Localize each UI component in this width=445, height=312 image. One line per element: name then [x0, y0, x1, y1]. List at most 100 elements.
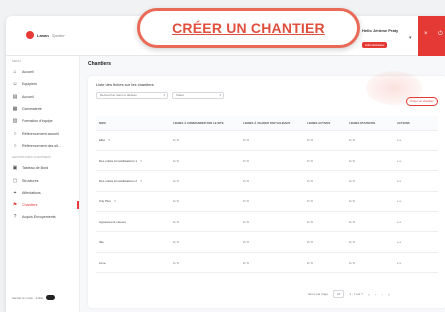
dashboard-icon: ▣ [12, 165, 18, 172]
table-row[interactable]: Des unités immobilisations 2 ✎ 0 / 00 / 00… [96, 170, 438, 192]
first-page-icon[interactable]: « [368, 292, 370, 297]
building-icon: ▢ [12, 177, 18, 184]
column-header[interactable]: NOM [96, 116, 170, 131]
column-header[interactable]: LIGNES À VALIDER PAR VALIDANT [240, 116, 304, 131]
sidebar-item-label: Tableau de Bord [22, 166, 49, 171]
cell-name: Des unités immobilisations 2 ✎ [96, 170, 170, 192]
user-block[interactable]: Hello Jérôme Praty Administrateur [362, 28, 398, 51]
column-header[interactable]: LIGNES ÉTAPEURS [346, 116, 394, 131]
column-header[interactable]: LIGNES À COMMANDER PAR LE SITE [170, 116, 240, 131]
table-row[interactable]: Ibis 0 / 00 / 00 / 00 / 0 ••• [96, 231, 438, 253]
cell-value: 0 / 0 [170, 191, 240, 213]
cell-value: 0 / 0 [240, 170, 304, 192]
card-title: Liste des fiches sur les chantiers [96, 82, 154, 87]
sidebar-item[interactable]: ⚑ Chantiers [6, 199, 79, 211]
sidebar-section-main: MENU [12, 59, 21, 63]
edit-icon[interactable]: ✎ [140, 159, 143, 163]
sidebar-item-label: Accueil [22, 94, 34, 99]
cell-value: 0 / 0 [240, 211, 304, 233]
table-row[interactable]: Apparement neuves 0 / 00 / 00 / 00 / 0 ••• [96, 211, 438, 233]
row-actions-menu[interactable]: ••• [394, 211, 438, 233]
cell-value: 0 / 0 [304, 252, 346, 274]
sidebar-item[interactable]: ▤ Accueil [6, 91, 79, 103]
cell-value: 0 / 0 [304, 211, 346, 233]
row-actions-menu[interactable]: ••• [394, 150, 438, 172]
doc-icon: ▤ [12, 93, 18, 100]
search-filter[interactable]: Rechercher dans le tableau ▾ [96, 92, 168, 99]
logo-brand: Lanan [37, 32, 49, 38]
cell-value: 0 / 0 [240, 150, 304, 172]
pagination-range: 1 - 7 sur 7 [349, 292, 363, 296]
toggle-switch[interactable] [46, 295, 56, 300]
page-title: Chantiers [88, 61, 112, 67]
sidebar-section-secondary: GESTION DES CHANTIERS [12, 155, 51, 160]
sidebar-item[interactable]: ▦ Gammaterie [6, 103, 79, 115]
table-row[interactable]: City Plus ✎ 0 / 00 / 00 / 00 / 0 ••• [96, 191, 438, 213]
create-chantier-callout[interactable]: CRÉER UN CHANTIER [137, 8, 360, 48]
grid-icon: ▦ [12, 106, 18, 113]
table-row[interactable]: Lime 0 / 00 / 00 / 00 / 0 ••• [96, 252, 438, 274]
power-icon[interactable]: ⏻ [438, 31, 443, 38]
chantiers-card: Liste des fiches sur les chantiers Reche… [88, 76, 445, 308]
next-page-icon[interactable]: › [381, 292, 382, 297]
cell-value: 0 / 0 [170, 231, 240, 253]
row-actions-menu[interactable]: ••• [394, 191, 438, 213]
sidebar-footer: Vanitar te mode - Juillet [12, 295, 56, 300]
column-header[interactable]: LIGNES ACTIVES [304, 116, 346, 131]
users-icon: ☺ [12, 81, 18, 88]
cell-value: 0 / 0 [240, 130, 304, 151]
edit-icon[interactable]: ✎ [140, 179, 143, 183]
row-actions-menu[interactable]: ••• [394, 170, 438, 192]
chantiers-table: NOM LIGNES À COMMANDER PAR LE SITE LIGNES … [96, 116, 438, 274]
row-actions-menu[interactable]: ••• [394, 130, 438, 151]
pin-icon: ⌖ [13, 189, 17, 196]
sidebar-item[interactable]: ▣ Tableau de Bord [6, 162, 79, 174]
edit-icon[interactable]: ✎ [108, 138, 111, 142]
sidebar-item-label: Structures [22, 178, 39, 183]
cell-name: Elbé ✎ [96, 130, 170, 151]
home-icon: ⌂ [13, 69, 17, 76]
sidebar-item-label: Référencement accueil [22, 131, 59, 136]
logo[interactable]: Lanan Spotter [26, 31, 65, 39]
sidebar-item[interactable]: ○ Référencement des sit... [6, 140, 79, 152]
table-row[interactable]: Des unités immobilisations 1 ✎ 0 / 00 / 00… [96, 150, 438, 172]
create-chantier-button[interactable]: CRÉER UN CHANTIER [172, 20, 325, 36]
sidebar-item[interactable]: ⌂ Accueil [6, 66, 79, 78]
cell-name: Des unités immobilisations 1 ✎ [96, 150, 170, 172]
chevron-down-icon: ▾ [163, 93, 165, 97]
logo-mark-icon [26, 31, 34, 39]
cell-value: 0 / 0 [346, 150, 394, 172]
pagination: Items par page 10 1 - 7 sur 7 « ‹ › » [308, 290, 390, 298]
circle-icon: ○ [13, 142, 17, 149]
cell-name: Apparement neuves [96, 211, 170, 233]
sidebar-item[interactable]: ▥ Formation d'équipe [6, 115, 79, 127]
chantier-name: Lime [99, 260, 106, 265]
cell-value: 0 / 0 [170, 170, 240, 192]
topbar-actions: × ⏻ [418, 16, 445, 56]
column-header[interactable]: ACTIONS [394, 116, 438, 131]
edit-icon[interactable]: ✎ [114, 199, 117, 203]
last-page-icon[interactable]: » [388, 292, 390, 297]
cell-value: 0 / 0 [240, 252, 304, 274]
sidebar-item[interactable]: ▢ Structures [6, 174, 79, 186]
chevron-down-icon[interactable]: ▾ [409, 35, 412, 41]
cell-name: Lime [96, 252, 170, 274]
close-icon[interactable]: × [424, 31, 428, 37]
cell-name: City Plus ✎ [96, 191, 170, 213]
row-actions-menu[interactable]: ••• [394, 231, 438, 253]
status-filter[interactable]: Statut ▾ [172, 92, 224, 99]
table-row[interactable]: Elbé ✎ 0 / 00 / 00 / 00 / 0 ••• [96, 130, 438, 151]
sidebar-item[interactable]: ⌖ Affectations [6, 187, 79, 199]
sidebar-item[interactable]: ? Acquis Envoyements [6, 211, 79, 223]
prev-page-icon[interactable]: ‹ [375, 292, 376, 297]
chart-icon: ▥ [12, 118, 18, 125]
sidebar-item[interactable]: ☺ Equipiers [6, 78, 79, 90]
search-filter-label: Rechercher dans le tableau [100, 93, 137, 97]
flag-icon: ⚑ [12, 202, 18, 209]
rows-per-page-select[interactable]: 10 [333, 290, 345, 298]
sidebar-item[interactable]: ○ Référencement accueil [6, 127, 79, 139]
row-actions-menu[interactable]: ••• [394, 252, 438, 274]
help-icon: ? [13, 214, 17, 221]
sidebar-item-label: Affectations [22, 190, 41, 195]
cell-value: 0 / 0 [346, 170, 394, 192]
